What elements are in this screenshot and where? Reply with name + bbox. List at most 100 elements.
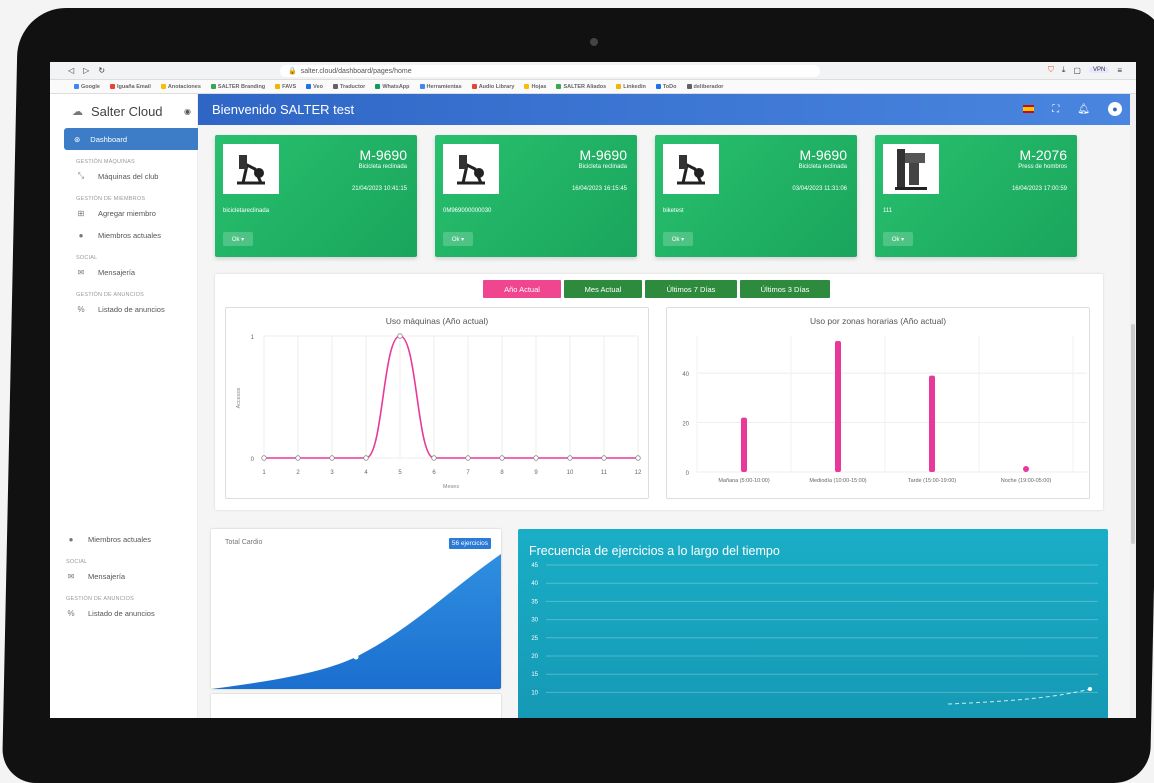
sidebar-item-messaging-lower[interactable]: ✉ Mensajería [50,565,198,587]
bookmark-item[interactable]: Anotaciones [160,84,201,90]
x-tick-label: 11 [601,470,608,476]
bookmark-item[interactable]: Herramientas [419,84,462,90]
menu-icon[interactable]: ≡ [1117,66,1122,75]
x-tick-label: 12 [635,470,642,476]
cloud-icon: ☁ [72,105,83,118]
bookmark-item[interactable]: Google [74,84,100,90]
x-tick-label: 7 [466,470,470,476]
period-tab[interactable]: Últimos 7 Días [645,280,737,298]
period-tab[interactable]: Últimos 3 Días [740,280,830,298]
machine-type: Bicicleta reclinada [798,164,847,170]
sidebar-item-machines[interactable]: ⤡ Máquinas del club [50,165,197,187]
browser-toolbar: ◁ ▷ ↻ 🔒 salter.cloud/dashboard/pages/hom… [50,62,1136,80]
avatar[interactable]: ● [1108,102,1122,116]
fullscreen-icon[interactable]: ⛶ [1052,104,1059,115]
scrollbar[interactable] [1130,94,1136,718]
sidebar-item-label: Máquinas del club [98,171,159,181]
machine-card: M-9690 Bicicleta reclinada 16/04/2023 16:1… [435,135,637,257]
usage-chart: Uso máquinas (Año actual) 0 1 1 2 3 4 5 6 7 8 9 10 1… [225,307,649,499]
sidebar-item-ads-list-lower[interactable]: % Listado de anuncios [50,602,198,624]
data-point [295,455,301,461]
y-axis-label: Accesos [236,387,242,408]
bookmark-item[interactable]: deliberador [686,84,723,90]
sidebar-item-label: Miembros actuales [88,534,151,544]
sidebar-item-current-members-lower[interactable]: ● Miembros actuales [50,528,198,550]
x-tick-label: 6 [432,470,436,476]
ads-icon: % [67,608,75,618]
bookmark-item[interactable]: Audio Library [471,84,514,90]
bookmark-item[interactable]: Veo [306,84,323,90]
machine-code: M-9690 [799,147,847,163]
secondary-card [211,694,501,718]
sidebar-item-current-members[interactable]: ● Miembros actuales [50,224,197,246]
machine-code: M-2076 [1019,147,1067,163]
x-tick-label: Mediodía (10:00-15:00) [809,478,866,484]
back-icon[interactable]: ◁ [68,66,74,75]
reload-icon[interactable]: ↻ [98,66,105,75]
language-flag-icon[interactable] [1023,105,1035,113]
machine-status-button[interactable]: Ok ▾ [883,232,913,246]
sidebar-item-dashboard[interactable]: ⊛ Dashboard [64,128,200,150]
bookmark-item[interactable]: Hojas [524,84,546,90]
bar [741,417,747,472]
data-point [329,455,335,461]
machine-status-button[interactable]: Ok ▾ [443,232,473,246]
period-tabs: Año Actual Mes Actual Últimos 7 Días Último… [483,280,830,298]
machine-type: Bicicleta reclinada [578,164,627,170]
bookmark-item[interactable]: Linkedin [616,84,646,90]
bar [929,375,935,472]
mail-icon: ✉ [67,571,75,581]
sidebar-item-ads-list[interactable]: % Listado de anuncios [50,298,197,320]
bookmark-item[interactable]: Iguaña Email [109,84,151,90]
y-tick-label: 25 [531,636,538,642]
machine-type: Bicicleta reclinada [358,164,407,170]
machine-image [663,144,719,194]
machine-image [443,144,499,194]
vpn-badge[interactable]: VPN [1088,67,1110,73]
download-icon[interactable]: ⤓ [1062,65,1066,75]
sidebar-toggle-icon[interactable]: ◉ [184,107,191,116]
x-tick-label: 10 [567,470,574,476]
zones-chart: Uso por zonas horarias (Año actual) 0 20 4… [666,307,1090,499]
x-tick-label: 1 [262,470,266,476]
machine-card: M-9690 Bicicleta reclinada 21/04/2023 10:4… [215,135,417,257]
y-tick-label: 20 [531,654,538,660]
bell-icon[interactable]: 🔔︎ [1077,104,1090,115]
cardio-card: Total Cardio 56 ejercicios [211,529,501,689]
x-tick-label: 3 [330,470,334,476]
bookmark-item[interactable]: WhatsApp [375,84,410,90]
bookmark-item[interactable]: Traductor [332,84,365,90]
bookmark-item[interactable]: SALTER Branding [210,84,265,90]
scrollbar-thumb[interactable] [1131,324,1135,544]
mail-icon: ✉ [77,267,85,277]
bookmark-item[interactable]: SALTER Aliados [556,84,606,90]
sidebar-item-label: Dashboard [90,134,127,144]
shield-icon[interactable]: ⛉ [1048,65,1054,75]
machine-name: bicicletareclinada [223,208,270,214]
main-content: Bienvenido SALTER test ⛶ 🔔︎ ● M-9690 Bici… [198,94,1136,718]
machine-date: 16/04/2023 17:00:59 [1011,186,1067,192]
forward-icon[interactable]: ▷ [83,66,89,75]
sidebar-item-label: Agregar miembro [98,208,156,218]
machine-image [223,144,279,194]
address-bar[interactable]: 🔒 salter.cloud/dashboard/pages/home [280,65,820,77]
dashboard-icon: ⊛ [74,134,81,144]
x-tick-label: 2 [296,470,300,476]
bookmark-item[interactable]: ToDo [655,84,677,90]
data-point [465,455,471,461]
top-header: Bienvenido SALTER test ⛶ 🔔︎ ● [198,94,1136,125]
y-tick-label: 20 [682,422,689,428]
cardio-point [353,654,359,660]
period-tab[interactable]: Año Actual [483,280,561,298]
window-icon[interactable]: ▢ [1073,66,1081,75]
machine-status-button[interactable]: Ok ▾ [223,232,253,246]
data-point [431,455,437,461]
data-point [363,455,369,461]
period-tab[interactable]: Mes Actual [564,280,642,298]
sidebar-item-add-member[interactable]: ⊞ Agregar miembro [50,202,197,224]
x-tick-label: 5 [398,470,402,476]
data-point [397,333,403,339]
machine-status-button[interactable]: Ok ▾ [663,232,693,246]
bookmark-item[interactable]: FAVS [275,84,296,90]
sidebar-item-messaging[interactable]: ✉ Mensajería [50,261,197,283]
